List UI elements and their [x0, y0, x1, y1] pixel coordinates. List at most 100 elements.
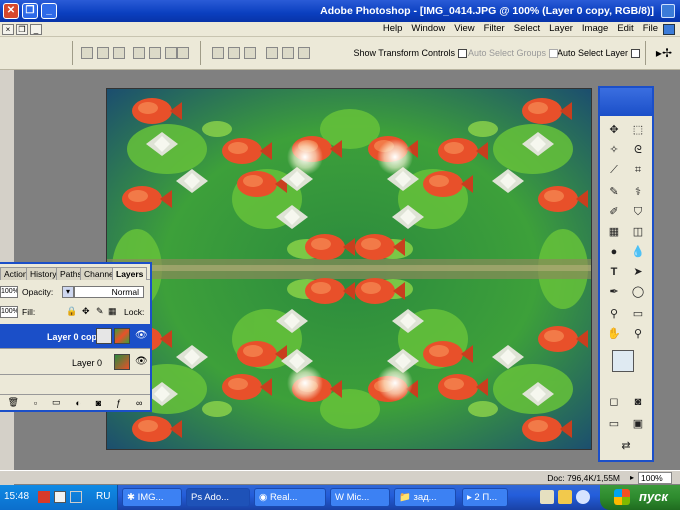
- foreground-color-swatch[interactable]: [612, 350, 634, 372]
- doc-minimize-icon[interactable]: _: [30, 24, 42, 35]
- eraser-tool-icon[interactable]: ◫: [628, 224, 648, 241]
- zoom-tool-icon[interactable]: ⚲: [628, 326, 648, 343]
- language-indicator[interactable]: RU: [96, 491, 110, 502]
- menu-help[interactable]: Help: [383, 23, 403, 34]
- visibility-eye-icon[interactable]: 👁: [135, 357, 148, 367]
- shape-tool-icon[interactable]: ◯: [628, 284, 648, 301]
- align-button[interactable]: [244, 47, 256, 59]
- magic-wand-icon[interactable]: ✧: [604, 142, 624, 159]
- menu-file[interactable]: File: [643, 23, 658, 34]
- fill-field[interactable]: 100%: [0, 306, 18, 318]
- adjustment-layer-icon[interactable]: ◐: [75, 398, 80, 408]
- zoom-field[interactable]: 100%: [638, 472, 672, 484]
- taskbar-item[interactable]: ✱ IMG...: [122, 488, 182, 507]
- layer-style-icon[interactable]: ƒ: [116, 398, 121, 408]
- link-layers-icon[interactable]: ∞: [136, 398, 142, 408]
- tray-app-icon[interactable]: [38, 491, 50, 503]
- menu-window[interactable]: Window: [411, 23, 445, 34]
- path-selection-icon[interactable]: ➤: [628, 264, 648, 281]
- show-desktop-icon[interactable]: [540, 490, 554, 504]
- minimize-button[interactable]: _: [41, 3, 57, 19]
- pen-tool-icon[interactable]: ✒: [604, 284, 624, 301]
- layers-panel: Actions History Paths Channels Layers 10…: [0, 262, 152, 412]
- align-button[interactable]: [282, 47, 294, 59]
- menu-layer[interactable]: Layer: [549, 23, 573, 34]
- distribute-button[interactable]: [149, 47, 161, 59]
- move-tool-icon[interactable]: ✥: [604, 122, 624, 139]
- menu-view[interactable]: View: [454, 23, 474, 34]
- distribute-button[interactable]: [97, 47, 109, 59]
- standard-mode-icon[interactable]: ◻: [604, 394, 624, 411]
- align-button[interactable]: [266, 47, 278, 59]
- document-canvas[interactable]: [106, 88, 592, 450]
- distribute-button[interactable]: [177, 47, 189, 59]
- crop-tool-icon[interactable]: ⌗: [628, 162, 648, 179]
- quick-mask-icon[interactable]: ◙: [628, 394, 648, 411]
- menu-edit[interactable]: Edit: [617, 23, 633, 34]
- lock-position-icon[interactable]: ✥: [82, 306, 90, 317]
- folder-icon[interactable]: [558, 490, 572, 504]
- doc-restore-icon[interactable]: ❐: [16, 24, 28, 35]
- taskbar-item[interactable]: ▸ 2 П...: [462, 488, 508, 507]
- lock-transparency-icon[interactable]: ▦: [108, 306, 117, 317]
- visibility-eye-icon[interactable]: 👁: [135, 331, 148, 341]
- opacity-field[interactable]: 100%: [0, 286, 18, 298]
- taskbar-item[interactable]: W Mic...: [330, 488, 390, 507]
- brush-tool-icon[interactable]: ✎: [604, 184, 624, 201]
- delete-layer-icon[interactable]: 🗑: [7, 397, 18, 408]
- blur-tool-icon[interactable]: 💧: [628, 244, 648, 261]
- notes-tool-icon[interactable]: ▭: [628, 306, 648, 323]
- layer-row[interactable]: Layer 0 👁: [0, 350, 150, 375]
- menu-select[interactable]: Select: [514, 23, 540, 34]
- hand-tool-icon[interactable]: ✋: [604, 326, 624, 343]
- new-group-icon[interactable]: ▭: [52, 397, 61, 408]
- doc-size-info: Doc: 796,4K/1,55M: [547, 473, 620, 483]
- distribute-button[interactable]: [133, 47, 145, 59]
- slice-tool-icon[interactable]: ⟋: [604, 162, 624, 179]
- lock-image-icon[interactable]: ✎: [96, 306, 104, 317]
- menu-filter[interactable]: Filter: [484, 23, 505, 34]
- maximize-button[interactable]: ❐: [22, 3, 38, 19]
- align-button[interactable]: [228, 47, 240, 59]
- screen-mode-full-icon[interactable]: ▣: [628, 416, 648, 433]
- history-brush-icon[interactable]: ✐: [604, 204, 624, 221]
- start-button[interactable]: пуск: [600, 485, 680, 510]
- gradient-tool-icon[interactable]: ▦: [604, 224, 624, 241]
- distribute-button[interactable]: [165, 47, 177, 59]
- status-menu-arrow-icon[interactable]: ▸: [630, 473, 634, 482]
- move-tool-icon[interactable]: ▸✢: [656, 46, 672, 60]
- dodge-tool-icon[interactable]: ●: [604, 244, 624, 261]
- taskbar-item[interactable]: ◉ Real...: [254, 488, 326, 507]
- taskbar-item[interactable]: Ps Ado...: [186, 488, 250, 507]
- show-transform-controls-checkbox[interactable]: [458, 49, 467, 59]
- layer-mask-icon[interactable]: ◙: [96, 398, 101, 408]
- tools-panel-header[interactable]: [600, 88, 652, 116]
- blend-mode-select[interactable]: Normal: [74, 286, 144, 298]
- tab-layers[interactable]: Layers: [112, 267, 148, 280]
- tray-keyboard-icon[interactable]: [54, 491, 66, 503]
- distribute-button[interactable]: [113, 47, 125, 59]
- screen-mode-icon[interactable]: ▭: [604, 416, 624, 433]
- layer-row[interactable]: Layer 0 copy 👁: [0, 324, 150, 349]
- eyedropper-tool-icon[interactable]: ⚲: [604, 306, 624, 323]
- new-layer-icon[interactable]: ▫: [34, 398, 37, 408]
- browser-icon[interactable]: [576, 490, 590, 504]
- tray-network-icon[interactable]: [70, 491, 82, 503]
- lock-all-icon[interactable]: 🔒: [66, 306, 77, 317]
- distribute-button[interactable]: [81, 47, 93, 59]
- doc-close-icon[interactable]: ×: [2, 24, 14, 35]
- auto-select-layer-checkbox[interactable]: [631, 49, 640, 59]
- lasso-tool-icon[interactable]: ᘓ: [628, 142, 648, 159]
- align-button[interactable]: [212, 47, 224, 59]
- taskbar-item[interactable]: 📁 зад...: [394, 488, 456, 507]
- align-button[interactable]: [298, 47, 310, 59]
- blend-mode-dropdown-arrow[interactable]: ▾: [62, 286, 74, 298]
- marquee-tool-icon[interactable]: ⬚: [628, 122, 648, 139]
- auto-select-groups-checkbox[interactable]: [549, 49, 558, 59]
- close-button[interactable]: ✕: [3, 3, 19, 19]
- menu-image[interactable]: Image: [582, 23, 608, 34]
- jump-to-imageready-icon[interactable]: ⇄: [616, 438, 636, 455]
- healing-brush-icon[interactable]: ⚕: [628, 184, 648, 201]
- clone-stamp-icon[interactable]: ⛉: [628, 204, 648, 221]
- type-tool-icon[interactable]: T: [604, 264, 624, 281]
